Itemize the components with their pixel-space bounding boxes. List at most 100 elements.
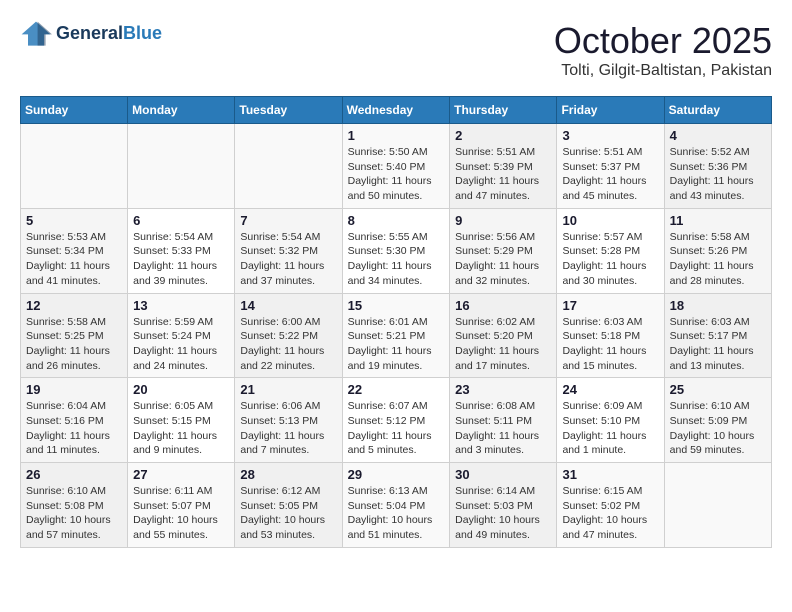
logo: GeneralBlue <box>20 20 162 48</box>
day-detail: Sunrise: 6:10 AMSunset: 5:09 PMDaylight:… <box>670 399 766 458</box>
day-detail: Sunrise: 5:51 AMSunset: 5:37 PMDaylight:… <box>562 145 658 204</box>
day-number: 16 <box>455 298 551 313</box>
day-cell: 29 Sunrise: 6:13 AMSunset: 5:04 PMDayligh… <box>342 463 450 548</box>
day-detail: Sunrise: 6:05 AMSunset: 5:15 PMDaylight:… <box>133 399 229 458</box>
day-detail: Sunrise: 5:52 AMSunset: 5:36 PMDaylight:… <box>670 145 766 204</box>
day-number: 24 <box>562 382 658 397</box>
day-cell: 15 Sunrise: 6:01 AMSunset: 5:21 PMDayligh… <box>342 293 450 378</box>
day-number: 19 <box>26 382 122 397</box>
day-detail: Sunrise: 6:01 AMSunset: 5:21 PMDaylight:… <box>348 315 445 374</box>
day-cell: 26Sunrise: 6:10 AMSunset: 5:08 PMDayligh… <box>21 463 128 548</box>
day-cell: 27 Sunrise: 6:11 AMSunset: 5:07 PMDayligh… <box>128 463 235 548</box>
day-cell: 12 Sunrise: 5:58 AMSunset: 5:25 PMDayligh… <box>21 293 128 378</box>
day-number: 4 <box>670 128 766 143</box>
day-number: 17 <box>562 298 658 313</box>
day-cell: 3 Sunrise: 5:51 AMSunset: 5:37 PMDaylight… <box>557 124 664 209</box>
month-title: October 2025 <box>554 20 772 62</box>
day-cell <box>664 463 771 548</box>
day-cell: 10 Sunrise: 5:57 AMSunset: 5:28 PMDayligh… <box>557 208 664 293</box>
day-cell: 13Sunrise: 5:59 AMSunset: 5:24 PMDayligh… <box>128 293 235 378</box>
day-number: 20 <box>133 382 229 397</box>
day-cell: 7Sunrise: 5:54 AMSunset: 5:32 PMDaylight… <box>235 208 342 293</box>
day-detail: Sunrise: 5:51 AMSunset: 5:39 PMDaylight:… <box>455 145 551 204</box>
day-detail: Sunrise: 5:55 AMSunset: 5:30 PMDaylight:… <box>348 230 445 289</box>
day-header-sunday: Sunday <box>21 97 128 124</box>
day-cell <box>21 124 128 209</box>
day-cell: 22 Sunrise: 6:07 AMSunset: 5:12 PMDayligh… <box>342 378 450 463</box>
day-detail: Sunrise: 6:07 AMSunset: 5:12 PMDaylight:… <box>348 399 445 458</box>
day-number: 12 <box>26 298 122 313</box>
day-detail: Sunrise: 5:59 AMSunset: 5:24 PMDaylight:… <box>133 315 229 374</box>
day-number: 3 <box>562 128 658 143</box>
day-number: 31 <box>562 467 658 482</box>
day-header-monday: Monday <box>128 97 235 124</box>
day-cell: 8 Sunrise: 5:55 AMSunset: 5:30 PMDaylight… <box>342 208 450 293</box>
day-detail: Sunrise: 6:10 AMSunset: 5:08 PMDaylight:… <box>26 484 122 543</box>
week-row-5: 26Sunrise: 6:10 AMSunset: 5:08 PMDayligh… <box>21 463 772 548</box>
logo-blue-text: Blue <box>123 23 162 43</box>
day-cell: 16Sunrise: 6:02 AMSunset: 5:20 PMDayligh… <box>450 293 557 378</box>
day-cell: 2 Sunrise: 5:51 AMSunset: 5:39 PMDaylight… <box>450 124 557 209</box>
day-number: 14 <box>240 298 336 313</box>
day-cell: 14 Sunrise: 6:00 AMSunset: 5:22 PMDayligh… <box>235 293 342 378</box>
logo-icon <box>20 20 52 48</box>
week-row-4: 19Sunrise: 6:04 AMSunset: 5:16 PMDayligh… <box>21 378 772 463</box>
day-cell: 23Sunrise: 6:08 AMSunset: 5:11 PMDayligh… <box>450 378 557 463</box>
week-row-2: 5 Sunrise: 5:53 AMSunset: 5:34 PMDaylight… <box>21 208 772 293</box>
day-detail: Sunrise: 6:09 AMSunset: 5:10 PMDaylight:… <box>562 399 658 458</box>
day-number: 9 <box>455 213 551 228</box>
day-number: 29 <box>348 467 445 482</box>
logo-general: GeneralBlue <box>56 24 162 44</box>
day-detail: Sunrise: 5:53 AMSunset: 5:34 PMDaylight:… <box>26 230 122 289</box>
day-header-friday: Friday <box>557 97 664 124</box>
day-cell: 28 Sunrise: 6:12 AMSunset: 5:05 PMDayligh… <box>235 463 342 548</box>
calendar-table: SundayMondayTuesdayWednesdayThursdayFrid… <box>20 96 772 548</box>
day-number: 21 <box>240 382 336 397</box>
day-detail: Sunrise: 5:57 AMSunset: 5:28 PMDaylight:… <box>562 230 658 289</box>
day-number: 2 <box>455 128 551 143</box>
day-cell <box>128 124 235 209</box>
day-detail: Sunrise: 6:11 AMSunset: 5:07 PMDaylight:… <box>133 484 229 543</box>
day-number: 15 <box>348 298 445 313</box>
day-cell: 11Sunrise: 5:58 AMSunset: 5:26 PMDayligh… <box>664 208 771 293</box>
day-number: 23 <box>455 382 551 397</box>
day-header-thursday: Thursday <box>450 97 557 124</box>
day-number: 11 <box>670 213 766 228</box>
day-detail: Sunrise: 5:54 AMSunset: 5:33 PMDaylight:… <box>133 230 229 289</box>
day-number: 27 <box>133 467 229 482</box>
day-number: 22 <box>348 382 445 397</box>
day-cell: 25 Sunrise: 6:10 AMSunset: 5:09 PMDayligh… <box>664 378 771 463</box>
week-row-1: 1 Sunrise: 5:50 AMSunset: 5:40 PMDaylight… <box>21 124 772 209</box>
day-detail: Sunrise: 5:56 AMSunset: 5:29 PMDaylight:… <box>455 230 551 289</box>
day-cell <box>235 124 342 209</box>
week-row-3: 12 Sunrise: 5:58 AMSunset: 5:25 PMDayligh… <box>21 293 772 378</box>
day-detail: Sunrise: 6:14 AMSunset: 5:03 PMDaylight:… <box>455 484 551 543</box>
day-number: 5 <box>26 213 122 228</box>
day-header-saturday: Saturday <box>664 97 771 124</box>
day-number: 28 <box>240 467 336 482</box>
day-detail: Sunrise: 6:03 AMSunset: 5:17 PMDaylight:… <box>670 315 766 374</box>
day-number: 10 <box>562 213 658 228</box>
calendar-header-row: SundayMondayTuesdayWednesdayThursdayFrid… <box>21 97 772 124</box>
day-detail: Sunrise: 5:58 AMSunset: 5:25 PMDaylight:… <box>26 315 122 374</box>
day-number: 25 <box>670 382 766 397</box>
day-number: 30 <box>455 467 551 482</box>
title-section: October 2025 Tolti, Gilgit-Baltistan, Pa… <box>554 20 772 80</box>
day-detail: Sunrise: 6:12 AMSunset: 5:05 PMDaylight:… <box>240 484 336 543</box>
day-detail: Sunrise: 5:54 AMSunset: 5:32 PMDaylight:… <box>240 230 336 289</box>
day-detail: Sunrise: 6:06 AMSunset: 5:13 PMDaylight:… <box>240 399 336 458</box>
day-number: 8 <box>348 213 445 228</box>
day-cell: 21 Sunrise: 6:06 AMSunset: 5:13 PMDayligh… <box>235 378 342 463</box>
day-detail: Sunrise: 6:15 AMSunset: 5:02 PMDaylight:… <box>562 484 658 543</box>
day-cell: 31 Sunrise: 6:15 AMSunset: 5:02 PMDayligh… <box>557 463 664 548</box>
day-cell: 24 Sunrise: 6:09 AMSunset: 5:10 PMDayligh… <box>557 378 664 463</box>
day-number: 1 <box>348 128 445 143</box>
day-detail: Sunrise: 6:13 AMSunset: 5:04 PMDaylight:… <box>348 484 445 543</box>
day-cell: 6Sunrise: 5:54 AMSunset: 5:33 PMDaylight… <box>128 208 235 293</box>
day-detail: Sunrise: 6:00 AMSunset: 5:22 PMDaylight:… <box>240 315 336 374</box>
day-header-wednesday: Wednesday <box>342 97 450 124</box>
day-detail: Sunrise: 5:50 AMSunset: 5:40 PMDaylight:… <box>348 145 445 204</box>
day-cell: 19Sunrise: 6:04 AMSunset: 5:16 PMDayligh… <box>21 378 128 463</box>
day-cell: 17Sunrise: 6:03 AMSunset: 5:18 PMDayligh… <box>557 293 664 378</box>
day-cell: 4 Sunrise: 5:52 AMSunset: 5:36 PMDaylight… <box>664 124 771 209</box>
